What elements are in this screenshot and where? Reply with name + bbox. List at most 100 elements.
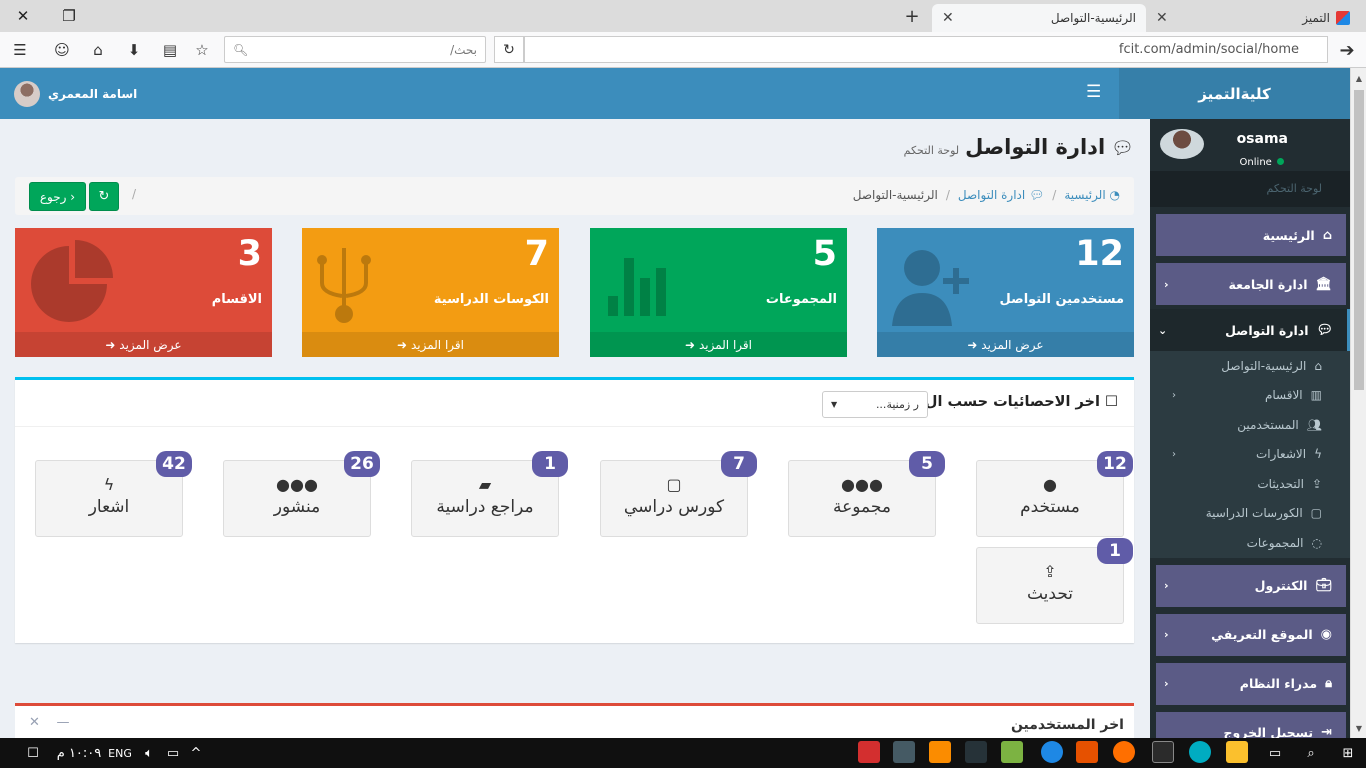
new-tab-button[interactable]: + — [898, 4, 926, 28]
arrow-circle-icon: ➜ — [685, 337, 696, 352]
start-windows-icon[interactable]: ⊞ — [1334, 738, 1362, 768]
sidebar-item-logout[interactable]: ⇥ تسجيل الخروج — [1156, 711, 1346, 738]
sidebar-subitem-notifications[interactable]: ϟ الاشعارات ‹ — [1150, 440, 1350, 470]
search-icon: 🔍︎ — [233, 42, 249, 57]
sidebar-toggle-icon[interactable]: ☰ — [1086, 82, 1101, 102]
refresh-button[interactable]: ↻ — [89, 182, 119, 211]
tab-tamayoz[interactable]: التميز ✕ — [1146, 4, 1360, 32]
period-select[interactable]: ▼ ...ر زمنية — [822, 391, 928, 418]
task-view-icon[interactable]: ▭ — [1262, 738, 1288, 768]
stat-label: منشور — [273, 497, 321, 517]
search-icon[interactable]: ⌕ — [1298, 738, 1324, 768]
users-icon: ●●● — [276, 475, 318, 494]
app-icon-1[interactable] — [858, 741, 880, 763]
menu-icon[interactable]: ☰ — [8, 38, 32, 62]
sidebar-item-university[interactable]: 🏛︎ ادارة الجامعة ‹ — [1156, 263, 1346, 305]
close-window-icon[interactable]: ✕ — [0, 0, 46, 32]
stat-courses[interactable]: ▢ كورس دراسي 7 — [600, 451, 757, 537]
comments-icon: 💬︎ — [1111, 138, 1134, 159]
stat-posts[interactable]: ●●● منشور 26 — [223, 451, 380, 537]
minus-icon[interactable]: — — [56, 715, 69, 730]
home-icon: ⌂ — [1314, 358, 1322, 373]
box-more-link[interactable]: اقرا المزيد ➜ — [302, 332, 559, 357]
site-favicon-icon — [1336, 11, 1350, 25]
breadcrumb-current: الرئيسية-التواصل — [852, 188, 938, 202]
search-input[interactable]: بحث/ 🔍︎ — [224, 36, 486, 63]
stat-notifications[interactable]: ϟ اشعار 42 — [35, 451, 192, 537]
notifications-icon[interactable]: ☐ — [20, 738, 46, 768]
notepad-icon[interactable] — [1001, 741, 1023, 763]
subitem-label: الاشعارات — [1255, 447, 1307, 462]
box-number: 12 — [1075, 234, 1124, 274]
stat-updates[interactable]: ⇪ تحديث 1 — [976, 538, 1133, 624]
sidebar-subitem-updates[interactable]: ⇪ التحديثات — [1150, 469, 1350, 499]
box-label: مستخدمين التواصل — [999, 292, 1124, 307]
back-button[interactable]: رجوع › — [29, 182, 86, 211]
media-player-icon[interactable] — [929, 741, 951, 763]
close-icon[interactable]: ✕ — [29, 715, 40, 730]
stat-users[interactable]: ● مستخدم 12 — [976, 451, 1133, 537]
scroll-thumb[interactable] — [1354, 90, 1364, 390]
stat-references[interactable]: ▰ مراجع دراسية 1 — [411, 451, 568, 537]
sidebar-subitem-users[interactable]: 👥︎ المستخدمين — [1150, 410, 1350, 440]
go-arrow-icon[interactable]: ➔ — [1334, 38, 1360, 62]
sidebar-subitem-social-home[interactable]: ⌂ الرئيسية-التواصل — [1150, 351, 1350, 381]
chevron-right-icon: › — [70, 189, 76, 204]
phpstorm-icon[interactable] — [1152, 741, 1174, 763]
bookmark-star-icon[interactable]: ☆ — [190, 38, 214, 62]
library-icon[interactable]: ▤ — [158, 38, 182, 62]
user-menu[interactable]: اسامة المعمري — [14, 81, 137, 107]
sidebar-subitem-groups[interactable]: ◌ المجموعات — [1150, 528, 1350, 558]
app-icon-2[interactable] — [1189, 741, 1211, 763]
tab-social-home[interactable]: الرئيسية-التواصل ✕ — [932, 4, 1146, 32]
tab-title: التميز — [1302, 11, 1330, 25]
briefcase-icon: 💼︎ — [1315, 578, 1332, 593]
reload-icon[interactable]: ↻ — [494, 36, 524, 63]
edge-browser-icon[interactable] — [1041, 741, 1063, 763]
restore-window-icon[interactable]: ❐ — [46, 0, 92, 32]
url-text: fcit.com/admin/social/home — [1118, 42, 1299, 57]
photos-app-icon[interactable] — [893, 741, 915, 763]
scroll-up-icon[interactable]: ▲ — [1351, 70, 1366, 86]
volume-icon[interactable]: 🔈︎ — [138, 738, 160, 768]
url-bar[interactable]: fcit.com/admin/social/home — [524, 36, 1328, 63]
page-scrollbar[interactable]: ▲ ▼ — [1350, 68, 1366, 738]
box-more-link[interactable]: عرض المزيد ➜ — [877, 332, 1134, 357]
sidebar-item-label: الرئيسية — [1262, 227, 1315, 243]
sidebar-item-control[interactable]: 💼︎ الكنترول ‹ — [1156, 564, 1346, 607]
smiley-icon[interactable]: ☺ — [50, 38, 74, 62]
sticky-note-icon: ▢ — [666, 475, 682, 494]
stat-label: مستخدم — [1020, 497, 1080, 517]
page-header: 💬︎ ادارة التواصل لوحة التحكم — [904, 135, 1134, 159]
box-more-link[interactable]: عرض المزيد ➜ — [15, 332, 272, 357]
latest-users-panel: اخر المستخدمين ✕ — — [15, 703, 1134, 738]
firefox-icon[interactable] — [1113, 741, 1135, 763]
sidebar-item-home[interactable]: ⌂ الرئيسية — [1156, 214, 1346, 256]
home-icon[interactable]: ⌂ — [86, 38, 110, 62]
sidebar-item-admins[interactable]: 🔒︎ مدراء النظام ‹ — [1156, 662, 1346, 705]
battery-icon[interactable]: ▭ — [162, 738, 184, 768]
close-tab-icon[interactable]: ✕ — [942, 10, 954, 26]
sidebar-item-social[interactable]: 💬︎ ادارة التواصل ⌄ — [1150, 309, 1350, 351]
close-tab-icon[interactable]: ✕ — [1156, 10, 1168, 26]
download-icon[interactable]: ⬇ — [122, 38, 146, 62]
xampp-icon[interactable] — [1076, 741, 1098, 763]
sidebar-item-label: تسجيل الخروج — [1223, 725, 1314, 738]
users-icon: ●●● — [841, 475, 883, 494]
breadcrumb-social[interactable]: 💬︎ ادارة التواصل — [958, 188, 1044, 202]
sidebar-item-website[interactable]: ◉ الموقع التعريفي ‹ — [1156, 613, 1346, 656]
stat-groups[interactable]: ●●● مجموعة 5 — [788, 451, 945, 537]
box-courses: 7 الكوسات الدراسية اقرا المزيد ➜ — [302, 228, 559, 357]
box-more-link[interactable]: اقرا المزيد ➜ — [590, 332, 847, 357]
video-editor-icon[interactable] — [965, 741, 987, 763]
sidebar-subitem-sections[interactable]: ▥ الاقسام ‹ — [1150, 381, 1350, 411]
bolt-icon: ϟ — [103, 475, 115, 494]
breadcrumb-home[interactable]: ◔ الرئيسية — [1064, 188, 1120, 202]
file-explorer-icon[interactable] — [1226, 741, 1248, 763]
sidebar-subitem-courses[interactable]: ▢ الكورسات الدراسية — [1150, 499, 1350, 529]
scroll-down-icon[interactable]: ▼ — [1351, 720, 1366, 736]
site-logo[interactable]: كليةالتميز — [1119, 68, 1350, 119]
language-indicator[interactable]: ENG — [106, 738, 134, 768]
clock[interactable]: ١٠:٠٩ م — [54, 738, 104, 768]
tray-chevron-icon[interactable]: ^ — [186, 738, 206, 768]
